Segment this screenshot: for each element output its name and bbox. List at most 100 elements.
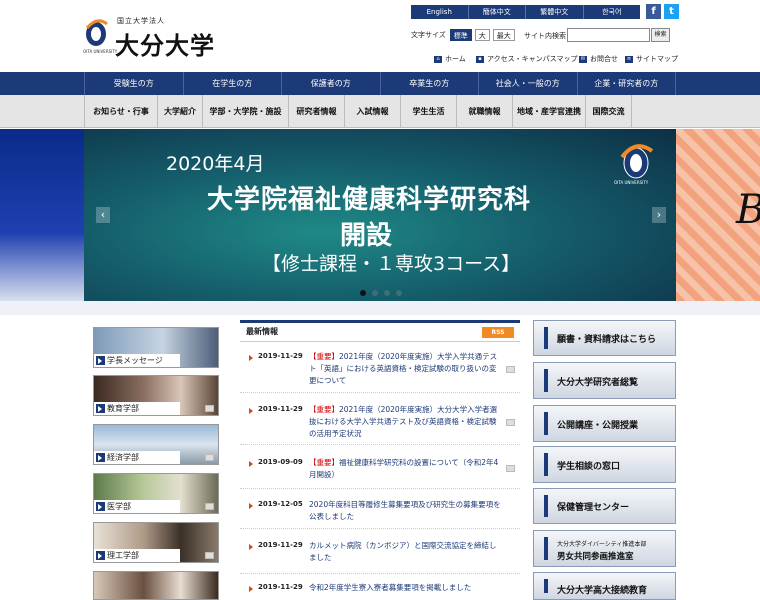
previous-slide-peek bbox=[0, 129, 84, 301]
lang-korean[interactable]: 한국어 bbox=[584, 5, 641, 19]
lang-english[interactable]: English bbox=[411, 5, 469, 19]
nav-about[interactable]: 大学紹介 bbox=[158, 95, 203, 127]
news-item[interactable]: 2019-11-29 カルメット病院（カンボジア）と国際交流協定を締結しました bbox=[240, 536, 520, 574]
student-counseling-button[interactable]: 学生相談の窓口 bbox=[533, 446, 676, 483]
external-link-icon bbox=[506, 465, 515, 472]
language-switcher: English 簡体中文 繁體中文 한국어 bbox=[411, 5, 640, 19]
carousel-dot[interactable] bbox=[384, 290, 390, 296]
arrow-icon bbox=[249, 503, 253, 509]
home-link[interactable]: ⌂ ホーム bbox=[434, 54, 466, 64]
oita-emblem-icon bbox=[620, 144, 654, 179]
news-item[interactable]: 2019-09-09 【重要】福祉健康科学研究科の設置について（令和2年4月開設… bbox=[240, 453, 520, 489]
nav-alumni[interactable]: 卒業生の方 bbox=[381, 72, 479, 95]
arrow-icon bbox=[249, 461, 253, 467]
nav-news-events[interactable]: お知らせ・行事 bbox=[84, 95, 158, 127]
rss-button[interactable]: RSS bbox=[482, 327, 514, 338]
nav-international[interactable]: 国際交流 bbox=[586, 95, 632, 127]
hero-slide[interactable]: 2020年4月 大学院福祉健康科学研究科 開設 【修士課程・１専攻3コース】 O… bbox=[84, 129, 676, 301]
font-size-normal-button[interactable]: 標準 bbox=[449, 29, 472, 41]
nav-admissions[interactable]: 入試情報 bbox=[345, 95, 401, 127]
search-button[interactable]: 検索 bbox=[651, 28, 670, 42]
hero-subtitle: 開設 bbox=[340, 221, 393, 251]
nav-faculties[interactable]: 学部・大学院・施設 bbox=[203, 95, 289, 127]
high-school-connection-button[interactable]: 大分大学高大接続教育 bbox=[533, 572, 676, 600]
news-item[interactable]: 2019-11-29 【重要】2021年度（2020年度実施）大分大学入学者選抜… bbox=[240, 400, 520, 445]
news-item[interactable]: 2019-11-29 令和2年度学生寮入寮者募集要項を掲載しました bbox=[240, 578, 520, 600]
dept-medicine[interactable]: 医学部 bbox=[93, 473, 219, 514]
news-item[interactable]: 2019-12-05 2020年度科目等履修生募集要項及び研究生の募集要項を公表… bbox=[240, 495, 520, 529]
news-header: 最新情報 RSS bbox=[240, 320, 520, 342]
nav-regional-collaboration[interactable]: 地域・産学官連携 bbox=[513, 95, 586, 127]
section-divider bbox=[0, 301, 760, 315]
logo-subtitle: 国立大学法人 bbox=[117, 17, 165, 25]
nav-parents[interactable]: 保護者の方 bbox=[282, 72, 381, 95]
nav-public[interactable]: 社会人・一般の方 bbox=[479, 72, 578, 95]
carousel-next-button[interactable]: › bbox=[652, 207, 666, 223]
gender-equality-button[interactable]: 大分大学ダイバーシティ推進本部 男女共同参画推進室 bbox=[533, 530, 676, 567]
external-link-icon bbox=[205, 405, 214, 412]
arrow-icon bbox=[98, 553, 102, 559]
lang-traditional-chinese[interactable]: 繁體中文 bbox=[526, 5, 584, 19]
audience-nav: 受験生の方 在学生の方 保護者の方 卒業生の方 社会人・一般の方 企業・研究者の… bbox=[0, 72, 760, 95]
nav-companies-researchers[interactable]: 企業・研究者の方 bbox=[578, 72, 676, 95]
mail-icon: ✉ bbox=[579, 55, 587, 63]
external-link-icon bbox=[205, 503, 214, 510]
external-link-icon bbox=[205, 552, 214, 559]
home-icon: ⌂ bbox=[434, 55, 442, 63]
arrow-icon bbox=[249, 408, 253, 414]
sitemap-icon: ≡ bbox=[625, 55, 633, 63]
arrow-icon bbox=[98, 358, 102, 364]
carousel-prev-button[interactable]: ‹ bbox=[96, 207, 110, 223]
carousel-dot[interactable] bbox=[360, 290, 366, 296]
contact-link[interactable]: ✉ お問合せ bbox=[579, 54, 618, 64]
font-size-selector: 文字サイズ 標準 大 最大 bbox=[411, 29, 515, 41]
sitemap-link[interactable]: ≡ サイトマップ bbox=[625, 54, 678, 64]
carousel-dot[interactable] bbox=[372, 290, 378, 296]
nav-prospective-students[interactable]: 受験生の方 bbox=[84, 72, 184, 95]
lang-simplified-chinese[interactable]: 簡体中文 bbox=[469, 5, 526, 19]
font-size-largest-button[interactable]: 最大 bbox=[492, 29, 515, 41]
news-item[interactable]: 2019-11-29 【重要】2021年度（2020年度実施）大学入学共通テスト… bbox=[240, 347, 520, 393]
access-map-link[interactable]: ▪ アクセス・キャンパスマップ bbox=[476, 54, 577, 64]
hero-title: 大学院福祉健康科学研究科 bbox=[207, 185, 532, 215]
arrow-icon bbox=[249, 544, 253, 550]
carousel-dot[interactable] bbox=[396, 290, 402, 296]
dept-welfare-health[interactable] bbox=[93, 571, 219, 600]
font-size-large-button[interactable]: 大 bbox=[474, 29, 490, 41]
arrow-icon bbox=[98, 455, 102, 461]
hero-course-info: 【修士課程・１専攻3コース】 bbox=[262, 253, 521, 275]
hero-date: 2020年4月 bbox=[166, 153, 265, 175]
dept-science-engineering[interactable]: 理工学部 bbox=[93, 522, 219, 563]
hero-logo: OITA UNIVERSITY bbox=[614, 143, 658, 189]
arrow-icon bbox=[98, 406, 102, 412]
facebook-icon[interactable]: f bbox=[646, 4, 661, 19]
map-icon: ▪ bbox=[476, 55, 484, 63]
dept-education[interactable]: 教育学部 bbox=[93, 375, 219, 416]
nav-student-life[interactable]: 学生生活 bbox=[401, 95, 457, 127]
application-materials-button[interactable]: 願書・資料請求はこちら bbox=[533, 320, 676, 356]
search-input[interactable] bbox=[567, 28, 650, 42]
health-center-button[interactable]: 保健管理センター bbox=[533, 488, 676, 524]
hero-carousel: 2020年4月 大学院福祉健康科学研究科 開設 【修士課程・１専攻3コース】 O… bbox=[0, 129, 760, 301]
arrow-icon bbox=[249, 355, 253, 361]
nav-careers[interactable]: 就職情報 bbox=[457, 95, 513, 127]
twitter-icon[interactable]: t bbox=[664, 4, 679, 19]
external-link-icon bbox=[205, 454, 214, 461]
nav-current-students[interactable]: 在学生の方 bbox=[184, 72, 282, 95]
university-logo[interactable]: 国立大学法人 大分大学 OITA UNIVERSITY bbox=[83, 14, 233, 60]
news-title: 最新情報 bbox=[246, 327, 278, 336]
logo-english: OITA UNIVERSITY bbox=[83, 49, 118, 54]
public-lectures-button[interactable]: 公開講座・公開授業 bbox=[533, 405, 676, 442]
carousel-dots bbox=[360, 290, 402, 296]
oita-emblem-icon bbox=[85, 19, 108, 46]
external-link-icon bbox=[506, 419, 515, 426]
nav-researchers[interactable]: 研究者情報 bbox=[289, 95, 345, 127]
dept-economics[interactable]: 経済学部 bbox=[93, 424, 219, 465]
welfare-photo bbox=[94, 572, 218, 599]
next-slide-peek: B bbox=[676, 129, 760, 301]
dept-president-message[interactable]: 学長メッセージ bbox=[93, 327, 219, 368]
researcher-directory-button[interactable]: 大分大学研究者総覧 bbox=[533, 362, 676, 399]
external-link-icon bbox=[506, 366, 515, 373]
logo-title: 大分大学 bbox=[115, 31, 215, 60]
font-size-label: 文字サイズ bbox=[411, 31, 446, 39]
